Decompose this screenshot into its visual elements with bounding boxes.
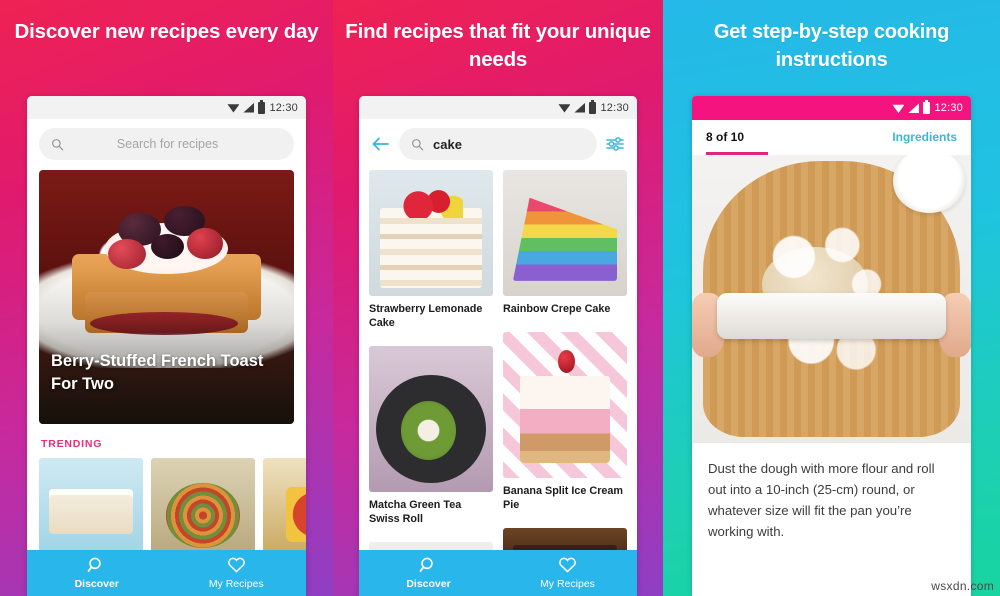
trending-item-pineapple-bowl[interactable] xyxy=(263,458,306,556)
wifi-icon xyxy=(227,104,240,113)
wifi-icon xyxy=(892,104,905,113)
nav-item-discover[interactable]: Discover xyxy=(27,556,167,590)
heart-icon xyxy=(227,557,245,573)
status-bar-time: 12:30 xyxy=(600,101,629,114)
status-bar: 12:30 xyxy=(359,96,637,119)
trending-list[interactable] xyxy=(27,458,306,556)
promo-panel-discover: Discover new recipes every day 12:30 Sea… xyxy=(0,0,333,596)
banana-split-pie-thumb xyxy=(503,332,627,478)
search-icon xyxy=(412,138,424,150)
signal-icon xyxy=(908,103,920,113)
panel-headline: Get step-by-step cooking instructions xyxy=(713,21,950,71)
search-input[interactable]: cake xyxy=(399,128,597,160)
rainbow-crepe-cake-thumb xyxy=(503,170,627,296)
status-bar-time: 12:30 xyxy=(934,102,963,114)
promo-panel-instructions: Get step-by-step cooking instructions 12… xyxy=(663,0,1000,596)
nav-label-my-recipes: My Recipes xyxy=(540,578,595,590)
blackberry-shape xyxy=(151,233,185,259)
raspberry-shape xyxy=(186,228,223,259)
heart-icon xyxy=(559,557,576,573)
search-bar: cake xyxy=(359,119,637,168)
matcha-swiss-roll-thumb xyxy=(369,346,493,492)
filter-sliders-icon[interactable] xyxy=(605,134,625,154)
search-query-value: cake xyxy=(433,136,462,152)
status-bar: 12:30 xyxy=(27,96,306,119)
trending-item-funfetti-cake[interactable] xyxy=(39,458,143,556)
recipe-card[interactable]: Rainbow Crepe Cake xyxy=(503,170,627,326)
nav-label-discover: Discover xyxy=(406,578,451,590)
wifi-icon xyxy=(558,104,571,113)
battery-icon xyxy=(923,100,931,114)
screenshot-gallery: Discover new recipes every day 12:30 Sea… xyxy=(0,0,1000,596)
panel-headline: Find recipes that fit your unique needs xyxy=(345,20,651,71)
recipe-title: Rainbow Crepe Cake xyxy=(503,303,611,315)
bottom-navigation: Discover My Recipes xyxy=(27,550,306,596)
results-column-left: Strawberry Lemonade Cake Matcha Green Te… xyxy=(369,170,493,588)
trending-section-label: TRENDING xyxy=(41,438,103,450)
recipe-title: Matcha Green Tea Swiss Roll xyxy=(369,499,462,525)
phone-frame: 12:30 cake Strawberry Lemonade Cake Matc… xyxy=(359,96,637,596)
featured-recipe-card[interactable]: Berry-Stuffed French Toast For Two xyxy=(39,170,294,424)
status-bar: 12:30 xyxy=(692,96,971,120)
nav-item-my-recipes[interactable]: My Recipes xyxy=(167,556,307,590)
step-header: 8 of 10 Ingredients xyxy=(692,120,971,152)
status-bar-time: 12:30 xyxy=(269,101,298,114)
search-icon xyxy=(87,557,101,572)
nav-label-discover: Discover xyxy=(74,578,119,590)
bottom-navigation: Discover My Recipes xyxy=(359,550,637,596)
step-instruction-text: Dust the dough with more flour and roll … xyxy=(708,461,935,539)
recipe-title: Strawberry Lemonade Cake xyxy=(369,303,483,329)
nav-item-my-recipes[interactable]: My Recipes xyxy=(498,556,637,590)
recipe-card[interactable]: Banana Split Ice Cream Pie xyxy=(503,332,627,522)
recipe-card[interactable]: Matcha Green Tea Swiss Roll xyxy=(369,346,493,536)
nav-label-my-recipes: My Recipes xyxy=(208,578,264,590)
raspberry-shape xyxy=(107,238,147,270)
search-bar: Search for recipes xyxy=(27,119,306,168)
signal-icon xyxy=(243,102,255,113)
step-counter: 8 of 10 xyxy=(706,130,745,144)
featured-recipe-title: Berry-Stuffed French Toast For Two xyxy=(51,352,264,393)
ingredients-link[interactable]: Ingredients xyxy=(892,130,957,144)
signal-icon xyxy=(574,102,586,113)
panel-headline: Discover new recipes every day xyxy=(14,20,319,43)
search-icon xyxy=(419,557,433,572)
battery-icon xyxy=(258,99,266,114)
flour-bowl-shape xyxy=(892,155,966,213)
phone-frame: 12:30 Search for recipes Berry-Stuffed F… xyxy=(27,96,306,596)
rolling-pin-shape xyxy=(717,293,946,340)
search-results-grid: Strawberry Lemonade Cake Matcha Green Te… xyxy=(359,168,637,588)
recipe-title: Banana Split Ice Cream Pie xyxy=(503,485,624,511)
results-column-right: Rainbow Crepe Cake Banana Split Ice Crea… xyxy=(503,170,627,588)
rolling-pin-dough-photo xyxy=(692,155,971,443)
trending-item-vegetable-tart[interactable] xyxy=(151,458,255,556)
search-placeholder: Search for recipes xyxy=(116,137,219,151)
promo-panel-search: Find recipes that fit your unique needs … xyxy=(333,0,663,596)
phone-frame: 12:30 8 of 10 Ingredients Dust the dough… xyxy=(692,96,971,596)
battery-icon xyxy=(589,99,597,114)
watermark: wsxdn.com xyxy=(931,579,994,593)
back-arrow-icon[interactable] xyxy=(371,134,391,154)
image-scrim xyxy=(39,266,294,424)
nav-item-discover[interactable]: Discover xyxy=(359,556,498,590)
strawberry-lemonade-cake-thumb xyxy=(369,170,493,296)
search-input[interactable]: Search for recipes xyxy=(39,128,294,160)
recipe-card[interactable]: Strawberry Lemonade Cake xyxy=(369,170,493,340)
